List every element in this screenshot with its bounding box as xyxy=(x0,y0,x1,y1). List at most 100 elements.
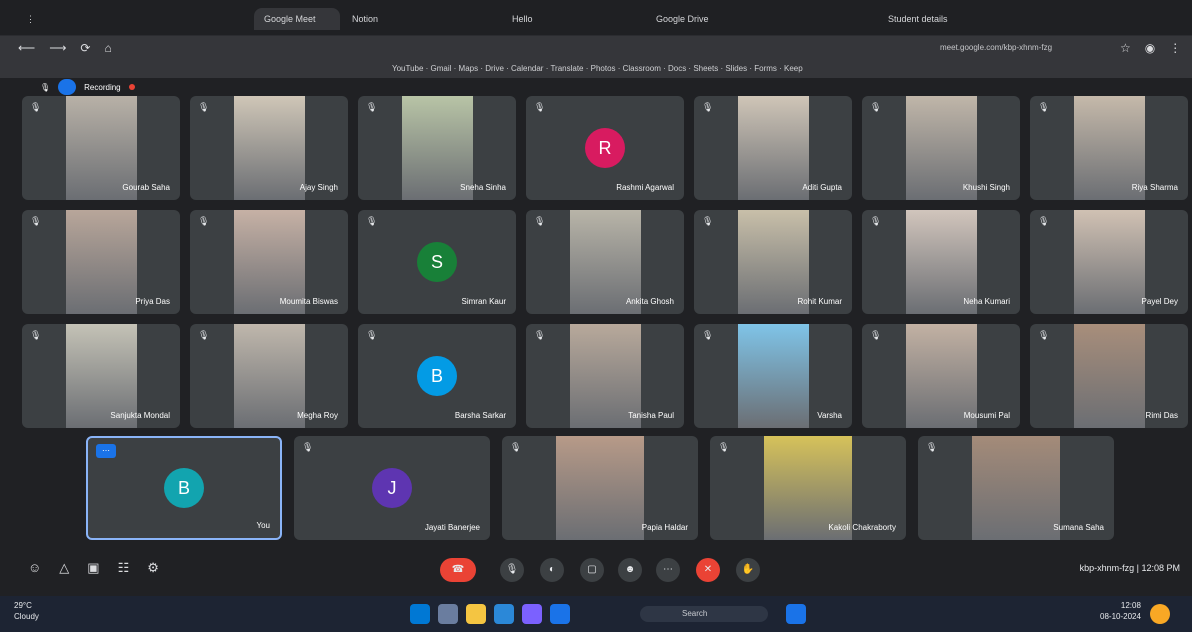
participant-video xyxy=(1074,210,1145,314)
bookmark-star-icon[interactable]: ☆ xyxy=(1120,41,1131,55)
bookmark-forms[interactable]: Forms xyxy=(754,64,777,73)
settings-icon[interactable]: ⚙ xyxy=(147,560,159,576)
bookmark-calendar[interactable]: Calendar xyxy=(511,64,543,73)
mic-button[interactable]: 🎙 xyxy=(500,558,524,582)
bookmark-translate[interactable]: Translate xyxy=(550,64,583,73)
muted-mic-icon: 🎙 xyxy=(366,102,378,112)
participant-tile[interactable]: 🎙 Khushi Singh xyxy=(862,96,1020,200)
participant-tile[interactable]: 🎙 Papia Haldar xyxy=(502,436,698,540)
mail-icon[interactable] xyxy=(550,604,570,624)
profile-icon[interactable]: ◉ xyxy=(1145,41,1155,55)
participant-name: Rashmi Agarwal xyxy=(616,183,674,192)
muted-mic-icon: 🎙 xyxy=(1038,330,1050,340)
task-view-icon[interactable] xyxy=(786,604,806,624)
participant-tile[interactable]: B ⋯ You xyxy=(86,436,282,540)
camera-button[interactable]: ◐ xyxy=(540,558,564,582)
file-explorer-icon[interactable] xyxy=(466,604,486,624)
muted-mic-icon: 🎙 xyxy=(1038,102,1050,112)
start-icon[interactable] xyxy=(410,604,430,624)
more-options-icon[interactable]: ⋯ xyxy=(96,444,116,458)
participant-tile[interactable]: 🎙 Riya Sharma xyxy=(1030,96,1188,200)
notification-icon[interactable] xyxy=(1150,604,1170,624)
bookmark-maps[interactable]: Maps xyxy=(459,64,479,73)
bookmark-drive[interactable]: Drive xyxy=(485,64,504,73)
people-icon[interactable]: ☺ xyxy=(28,560,41,576)
participant-tile[interactable]: 🎙 Kakoli Chakraborty xyxy=(710,436,906,540)
forward-icon[interactable]: ⟶ xyxy=(49,41,66,55)
bookmark-youtube[interactable]: YouTube xyxy=(392,64,423,73)
participant-tile[interactable]: 🎙 Varsha xyxy=(694,324,852,428)
participant-tile[interactable]: 🎙 Neha Kumari xyxy=(862,210,1020,314)
leave-call-button[interactable]: ☎ xyxy=(440,558,476,582)
participant-tile[interactable]: 🎙 Mousumi Pal xyxy=(862,324,1020,428)
muted-mic-icon: 🎙 xyxy=(302,442,314,452)
participant-tile[interactable]: 🎙 Aditi Gupta xyxy=(694,96,852,200)
participant-tile[interactable]: 🎙 Moumita Biswas xyxy=(190,210,348,314)
activities-icon[interactable]: ▣ xyxy=(87,560,99,576)
participant-tile[interactable]: 🎙 Megha Roy xyxy=(190,324,348,428)
bookmark-photos[interactable]: Photos xyxy=(591,64,616,73)
muted-mic-icon: 🎙 xyxy=(1038,216,1050,226)
muted-mic-icon: 🎙 xyxy=(702,216,714,226)
raise-hand-button[interactable]: ✋ xyxy=(736,558,760,582)
participant-tile[interactable]: 🎙 Ankita Ghosh xyxy=(526,210,684,314)
participant-tile[interactable]: 🎙 Rimi Das xyxy=(1030,324,1188,428)
tab-notion[interactable]: Notion xyxy=(342,8,442,30)
teams-icon[interactable] xyxy=(522,604,542,624)
participant-name: You xyxy=(256,521,271,530)
participant-tile[interactable]: 🎙 Sumana Saha xyxy=(918,436,1114,540)
participant-tile[interactable]: 🎙 Payel Dey xyxy=(1030,210,1188,314)
muted-mic-icon: 🎙 xyxy=(702,102,714,112)
tab-hello[interactable]: Hello xyxy=(502,8,612,30)
participant-name: Moumita Biswas xyxy=(279,297,338,306)
chat-icon[interactable]: ☷ xyxy=(118,560,130,576)
address-bar: ⟵ ⟶ ⟳ ⌂ meet.google.com/kbp-xhnm-fzg ☆ ◉… xyxy=(0,36,1192,60)
reload-icon[interactable]: ⟳ xyxy=(80,41,90,55)
participant-tile[interactable]: 🎙 Rohit Kumar xyxy=(694,210,852,314)
participant-tile[interactable]: S 🎙 Simran Kaur xyxy=(358,210,516,314)
participant-tile[interactable]: 🎙 Sanjukta Mondal xyxy=(22,324,180,428)
muted-mic-icon: 🎙 xyxy=(30,216,42,226)
participant-tile[interactable]: 🎙 Priya Das xyxy=(22,210,180,314)
bookmark-slides[interactable]: Slides xyxy=(725,64,747,73)
participant-tile[interactable]: 🎙 Ajay Singh xyxy=(190,96,348,200)
store-icon[interactable] xyxy=(494,604,514,624)
bookmark-classroom[interactable]: Classroom xyxy=(623,64,661,73)
participant-name: Papia Haldar xyxy=(641,523,688,532)
left-tools: ☺ △ ▣ ☷ ⚙ xyxy=(28,560,159,576)
tab-student-details[interactable]: Student details xyxy=(878,8,1008,30)
bookmark-sheets[interactable]: Sheets xyxy=(693,64,718,73)
info-icon[interactable]: △ xyxy=(59,560,69,576)
tab-menu-icon[interactable]: ⋮ xyxy=(16,8,42,30)
muted-mic-icon: 🎙 xyxy=(870,330,882,340)
bookmark-docs[interactable]: Docs xyxy=(668,64,686,73)
bookmark-gmail[interactable]: Gmail xyxy=(431,64,452,73)
participant-video xyxy=(234,324,305,428)
participant-tile[interactable]: 🎙 Gourab Saha xyxy=(22,96,180,200)
participant-tile[interactable]: J 🎙 Jayati Banerjee xyxy=(294,436,490,540)
url-field[interactable]: meet.google.com/kbp-xhnm-fzg xyxy=(940,41,1090,55)
participant-tile[interactable]: R 🎙 Rashmi Agarwal xyxy=(526,96,684,200)
end-call-button[interactable]: ✕ xyxy=(696,558,720,582)
recording-label: Recording xyxy=(84,82,121,92)
more-icon[interactable]: ⋮ xyxy=(1169,41,1181,55)
participant-name: Ankita Ghosh xyxy=(625,297,674,306)
screen-share-pill[interactable] xyxy=(58,79,77,95)
chrome-icon[interactable] xyxy=(438,604,458,624)
muted-mic-icon: 🎙 xyxy=(870,102,882,112)
emoji-button[interactable]: ☻ xyxy=(618,558,642,582)
taskbar-search-input[interactable]: Search xyxy=(640,606,768,622)
home-icon[interactable]: ⌂ xyxy=(104,41,111,55)
back-icon[interactable]: ⟵ xyxy=(18,41,35,55)
present-button[interactable]: ▢ xyxy=(580,558,604,582)
participant-tile[interactable]: 🎙 Sneha Sinha xyxy=(358,96,516,200)
weather-widget[interactable]: 29°C Cloudy xyxy=(14,600,39,622)
participant-avatar: S xyxy=(417,242,457,282)
participant-tile[interactable]: 🎙 Tanisha Paul xyxy=(526,324,684,428)
bookmark-keep[interactable]: Keep xyxy=(784,64,803,73)
more-options-button[interactable]: ⋯ xyxy=(656,558,680,582)
tab-google-meet[interactable]: Google Meet xyxy=(254,8,340,30)
participant-tile[interactable]: B 🎙 Barsha Sarkar xyxy=(358,324,516,428)
muted-mic-icon: 🎙 xyxy=(30,330,42,340)
tab-google-drive[interactable]: Google Drive xyxy=(646,8,796,30)
